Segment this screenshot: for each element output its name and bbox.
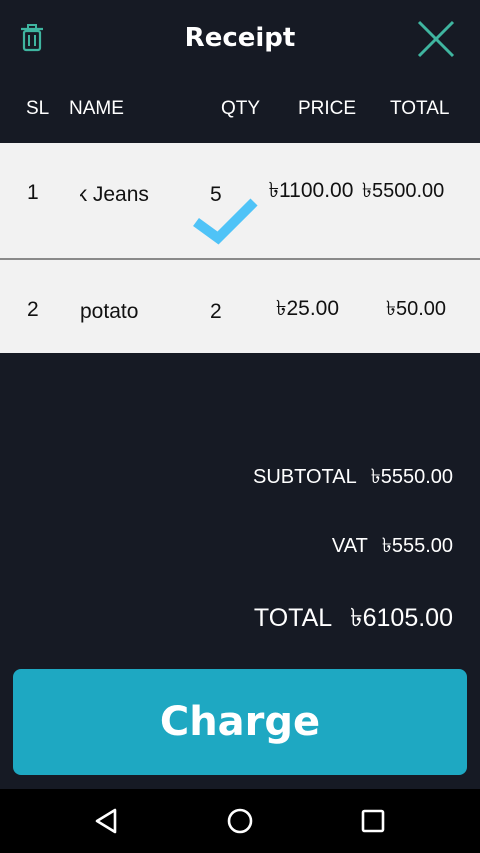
subtotal-value: ৳5550.00	[370, 466, 453, 488]
column-header-qty: QTY	[221, 98, 261, 119]
page-title: Receipt	[184, 23, 296, 53]
column-header-price: PRICE	[298, 98, 357, 119]
grand-total-line: TOTAL ৳6105.00	[254, 602, 453, 634]
row-name-text: ck Jeans	[80, 183, 149, 206]
column-header-sl: SL	[26, 98, 50, 119]
checkmark-icon	[193, 198, 258, 245]
row-name: ck Jeans	[80, 181, 190, 209]
row-price: ৳25.00	[276, 297, 340, 320]
row-total: ৳5500.00	[362, 180, 445, 202]
row-qty: 2	[210, 300, 222, 323]
row-sl: 1	[27, 181, 39, 204]
subtotal-label: SUBTOTAL	[253, 466, 357, 488]
grand-total-value: ৳6105.00	[350, 604, 453, 632]
row-price: ৳1100.00	[268, 179, 354, 202]
grand-total-label: TOTAL	[253, 604, 333, 632]
row-name-text: potato	[80, 300, 139, 323]
recents-square-icon[interactable]	[359, 807, 387, 835]
column-header-total: TOTAL	[390, 98, 450, 119]
vat-line: VAT ৳555.00	[332, 533, 453, 559]
row-sl: 2	[27, 298, 39, 321]
receipt-screen: Receipt SL NAME QTY PRICE TOTAL 1 ck Jea…	[0, 0, 480, 853]
vat-label: VAT	[331, 535, 368, 557]
back-triangle-icon[interactable]	[93, 807, 121, 835]
system-navigation-bar	[0, 789, 480, 853]
row-total: ৳50.00	[386, 298, 447, 320]
column-header-name: NAME	[69, 98, 124, 119]
vat-value: ৳555.00	[381, 535, 453, 557]
close-icon[interactable]	[416, 19, 456, 59]
home-circle-icon[interactable]	[226, 807, 254, 835]
receipt-items-table: 1 ck Jeans 5 ৳1100.00 ৳5500.00 2 potato …	[0, 143, 480, 353]
subtotal-line: SUBTOTAL ৳5550.00	[253, 464, 453, 490]
row-name: potato	[80, 298, 190, 326]
header-bar: Receipt	[0, 0, 480, 78]
table-row[interactable]: 2 potato 2 ৳25.00 ৳50.00	[0, 258, 480, 353]
charge-button[interactable]: Charge	[13, 669, 467, 775]
table-row[interactable]: 1 ck Jeans 5 ৳1100.00 ৳5500.00	[0, 143, 480, 258]
